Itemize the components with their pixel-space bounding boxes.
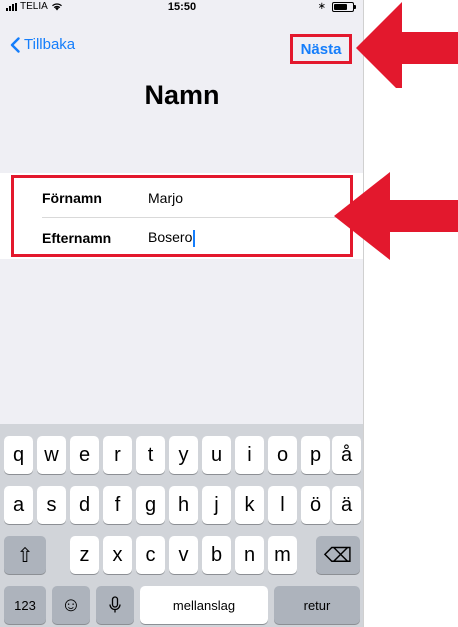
key-m[interactable]: m	[268, 536, 297, 574]
dictation-key[interactable]	[96, 586, 134, 624]
shift-icon: ⇧	[16, 544, 34, 567]
arrow-left-icon	[356, 2, 458, 88]
shift-key[interactable]: ⇧	[4, 536, 46, 574]
keyboard: q w e r t y u i o p å a s d f g h j k l …	[0, 424, 363, 627]
key-w[interactable]: w	[37, 436, 66, 474]
phone-screen: TELIA 15:50 ∗ Tillbaka Nästa Namn Förnam…	[0, 0, 364, 627]
delete-key[interactable]: ⌫	[316, 536, 360, 574]
microphone-icon	[109, 596, 121, 613]
last-name-field-wrap[interactable]: Bosero	[148, 229, 196, 247]
status-time: 15:50	[167, 1, 197, 13]
emoji-icon: ☺	[60, 593, 82, 616]
first-name-row[interactable]: Förnamn Marjo	[0, 177, 363, 219]
key-u[interactable]: u	[202, 436, 231, 474]
last-name-field[interactable]: Bosero	[148, 229, 192, 245]
space-key[interactable]: mellanslag	[140, 586, 268, 624]
text-caret	[193, 229, 196, 247]
key-e[interactable]: e	[70, 436, 99, 474]
back-button[interactable]: Tillbaka	[10, 36, 75, 53]
last-name-row[interactable]: Efternamn Bosero	[0, 217, 363, 259]
key-v[interactable]: v	[169, 536, 198, 574]
key-f[interactable]: f	[103, 486, 132, 524]
name-form: Förnamn Marjo Efternamn Bosero	[0, 173, 363, 259]
page-title: Namn	[144, 80, 220, 110]
next-button[interactable]: Nästa	[290, 34, 352, 64]
key-x[interactable]: x	[103, 536, 132, 574]
key-z[interactable]: z	[70, 536, 99, 574]
status-right: ∗	[317, 1, 356, 12]
bluetooth-icon: ∗	[317, 1, 326, 12]
key-y[interactable]: y	[169, 436, 198, 474]
key-aa[interactable]: å	[332, 436, 361, 474]
key-g[interactable]: g	[136, 486, 165, 524]
key-i[interactable]: i	[235, 436, 264, 474]
key-r[interactable]: r	[103, 436, 132, 474]
back-button-label: Tillbaka	[24, 36, 76, 53]
first-name-label: Förnamn	[42, 190, 102, 206]
key-s[interactable]: s	[37, 486, 66, 524]
key-j[interactable]: j	[202, 486, 231, 524]
key-b[interactable]: b	[202, 536, 231, 574]
key-h[interactable]: h	[169, 486, 198, 524]
numbers-key[interactable]: 123	[4, 586, 46, 624]
key-q[interactable]: q	[4, 436, 33, 474]
key-c[interactable]: c	[136, 536, 165, 574]
battery-icon	[332, 1, 356, 12]
first-name-field[interactable]: Marjo	[148, 190, 183, 206]
delete-icon: ⌫	[323, 544, 353, 567]
key-oe[interactable]: ö	[301, 486, 330, 524]
last-name-label: Efternamn	[42, 230, 112, 246]
navigation-bar: Tillbaka Nästa	[0, 30, 363, 64]
emoji-key[interactable]: ☺	[52, 586, 90, 624]
key-ae[interactable]: ä	[332, 486, 361, 524]
key-l[interactable]: l	[268, 486, 297, 524]
key-d[interactable]: d	[70, 486, 99, 524]
arrow-left-icon	[334, 172, 458, 260]
status-bar: TELIA 15:50 ∗	[0, 0, 363, 14]
key-k[interactable]: k	[235, 486, 264, 524]
return-key[interactable]: retur	[274, 586, 360, 624]
key-a[interactable]: a	[4, 486, 33, 524]
key-o[interactable]: o	[268, 436, 297, 474]
key-p[interactable]: p	[301, 436, 330, 474]
key-t[interactable]: t	[136, 436, 165, 474]
chevron-left-icon	[10, 36, 20, 53]
key-n[interactable]: n	[235, 536, 264, 574]
